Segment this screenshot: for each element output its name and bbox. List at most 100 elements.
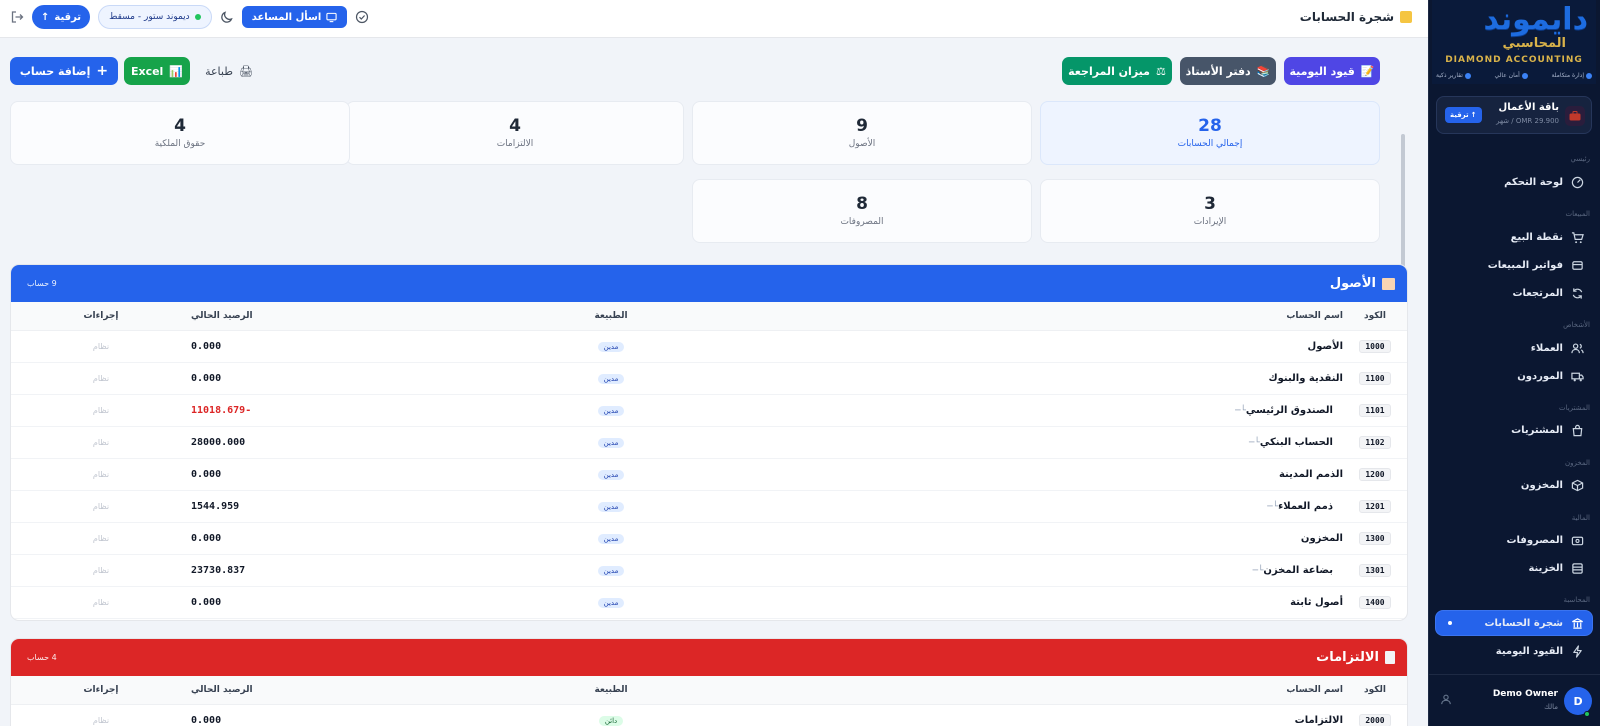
tree-branch-icon: └─	[1267, 501, 1279, 512]
table-row[interactable]: 2000 الالتزامات دائن 0.000 نظام	[11, 704, 1407, 726]
moon-icon[interactable]	[220, 10, 234, 24]
general-ledger-button[interactable]: 📚 دفتر الأستاذ	[1180, 57, 1276, 85]
user-profile[interactable]: D Demo Owner مالك	[1428, 674, 1600, 726]
assets-count: 9 حساب	[27, 279, 57, 288]
ask-assistant-button[interactable]: اسأل المساعد	[241, 6, 348, 28]
sidebar-item-customers[interactable]: العملاء	[1436, 336, 1592, 360]
logout-icon[interactable]	[10, 10, 24, 24]
sidebar-item-chart-of-accounts[interactable]: شجرة الحسابات	[1436, 611, 1592, 635]
brand-logo[interactable]: دايموند المحاسبي DIAMOND ACCOUNTING إدار…	[1432, 0, 1596, 84]
trial-balance-button[interactable]: ⚖ ميزان المراجعة	[1062, 57, 1172, 85]
system-label: نظام	[92, 405, 110, 415]
sidebar-item-treasury[interactable]: الخزينة	[1436, 556, 1592, 580]
stat-label: الأصول	[848, 139, 876, 149]
sidebar-item-returns[interactable]: المرتجعات	[1436, 281, 1592, 305]
journal-entries-button[interactable]: 📝 قيود اليومية	[1284, 57, 1380, 85]
account-name: الالتزامات	[1294, 714, 1343, 726]
account-code: 1102	[1359, 435, 1391, 449]
logo-tag: تقارير ذكية	[1436, 72, 1471, 79]
liabilities-count: 4 حساب	[27, 653, 57, 662]
liabilities-title: الالتزامات	[1316, 650, 1395, 665]
arrow-up-icon: ↑	[41, 11, 50, 23]
dashboard-icon	[1571, 176, 1584, 188]
system-label: نظام	[92, 373, 110, 383]
sidebar-item-journal[interactable]: القيود اليومية	[1436, 639, 1592, 663]
table-row[interactable]: 1200 الذمم المدينة مدين 0.000 نظام	[11, 458, 1407, 491]
add-account-button[interactable]: + إضافة حساب	[10, 57, 118, 85]
account-name: المخزون	[1300, 532, 1343, 544]
stat-value: 28	[1198, 116, 1222, 136]
plus-icon: +	[96, 63, 109, 79]
account-code: 1200	[1359, 467, 1391, 481]
assets-title: الأصول	[1330, 276, 1395, 291]
sidebar-item-pos[interactable]: نقطة البيع	[1436, 225, 1592, 249]
plan-upgrade-button[interactable]: ↑ ترقية	[1445, 107, 1482, 123]
account-name: ذمم العملاء	[1278, 500, 1333, 512]
table-row[interactable]: 1101 الصندوق الرئيسي└─ مدين -11018.679 ن…	[11, 394, 1407, 427]
users-icon	[1571, 342, 1584, 353]
table-header-row: الكود اسم الحساب الطبيعة الرصيد الحالي إ…	[11, 302, 1407, 331]
nature-badge: مدين	[597, 597, 625, 608]
chart-icon: 📊	[169, 64, 184, 78]
ask-assistant-label: اسأل المساعد	[251, 11, 322, 23]
table-row[interactable]: 1301 بضاعة المخزن└─ مدين 23730.837 نظام	[11, 554, 1407, 587]
account-balance: 0.000	[191, 532, 222, 544]
column-type: الطبيعة	[461, 302, 761, 331]
sidebar-item-expenses[interactable]: المصروفات	[1436, 528, 1592, 552]
sidebar-item-purchases[interactable]: المشتريات	[1436, 418, 1592, 442]
table-row[interactable]: 1000 الأصول مدين 0.000 نظام	[11, 330, 1407, 363]
upgrade-label: ترقية	[54, 11, 82, 23]
print-label: طباعة	[205, 64, 233, 78]
stat-label: المصروفات	[840, 217, 884, 227]
nav-section-purchases: المشتريات	[1558, 404, 1590, 412]
nature-badge: مدين	[597, 405, 625, 416]
account-balance: 0.000	[191, 468, 222, 480]
user-name: Demo Owner	[1492, 689, 1558, 699]
store-status-icon	[194, 14, 201, 20]
table-row[interactable]: 1102 الحساب البنكي└─ مدين 28000.000 نظام	[11, 426, 1407, 459]
assets-panel-header[interactable]: الأصول 9 حساب	[11, 265, 1407, 302]
truck-icon	[1571, 372, 1584, 381]
account-code: 1301	[1359, 563, 1391, 577]
clipboard-icon	[1385, 651, 1395, 664]
sidebar-item-inventory[interactable]: المخزون	[1436, 473, 1592, 497]
sidebar-item-dashboard[interactable]: لوحة التحكم	[1436, 170, 1592, 194]
system-label: نظام	[92, 437, 110, 447]
sidebar-item-label: الموردون	[1517, 370, 1563, 382]
trial-balance-label: ميزان المراجعة	[1068, 64, 1150, 78]
sidebar-item-label: نقطة البيع	[1510, 231, 1563, 243]
column-actions: إجراءات	[11, 302, 191, 331]
account-balance: 28000.000	[191, 436, 246, 448]
plan-card: باقة الأعمال OMR 29.900 / شهر ↑ ترقية	[1436, 96, 1592, 134]
page-title: شجرة الحسابات	[1300, 10, 1412, 24]
table-row[interactable]: 1201 ذمم العملاء└─ مدين 1544.959 نظام	[11, 490, 1407, 523]
nature-badge: مدين	[597, 533, 625, 544]
upgrade-button[interactable]: ↑ ترقية	[32, 5, 91, 29]
table-row[interactable]: 1100 النقدية والبنوك مدين 0.000 نظام	[11, 362, 1407, 395]
user-role: مالك	[1544, 703, 1558, 711]
sidebar-item-label: الخزينة	[1528, 562, 1563, 574]
tag-dot-icon	[1586, 72, 1592, 79]
table-row[interactable]: 1300 المخزون مدين 0.000 نظام	[11, 522, 1407, 555]
tree-branch-icon: └─	[1235, 405, 1246, 416]
logo-subtitle: المحاسبي	[1502, 36, 1566, 51]
sidebar-item-suppliers[interactable]: الموردون	[1436, 364, 1592, 388]
liabilities-panel-header[interactable]: الالتزامات 4 حساب	[11, 639, 1407, 676]
tree-branch-icon: └─	[1252, 565, 1264, 576]
print-button[interactable]: 🖨 طباعة	[196, 57, 262, 85]
excel-export-button[interactable]: 📊 Excel	[124, 57, 190, 85]
store-selector[interactable]: ديموند ستور - مسقط	[98, 5, 212, 29]
stat-card-liabilities: 4 الالتزامات	[346, 101, 684, 165]
wallet-icon	[1571, 536, 1584, 545]
account-balance: 0.000	[191, 596, 222, 608]
check-circle-icon[interactable]	[355, 10, 369, 24]
tag-dot-icon	[1521, 72, 1528, 79]
user-settings-icon[interactable]	[1440, 693, 1452, 705]
table-row[interactable]: 1400 أصول ثابتة مدين 0.000 نظام	[11, 586, 1407, 619]
sidebar-item-label: فواتير المبيعات	[1487, 259, 1563, 271]
stat-label: حقوق الملكية	[154, 139, 206, 149]
scales-icon: ⚖	[1155, 64, 1166, 78]
sidebar-item-sales-invoices[interactable]: فواتير المبيعات	[1436, 253, 1592, 277]
printer-icon: 🖨	[238, 64, 253, 78]
nav-section-accounting: المحاسبة	[1563, 596, 1590, 604]
